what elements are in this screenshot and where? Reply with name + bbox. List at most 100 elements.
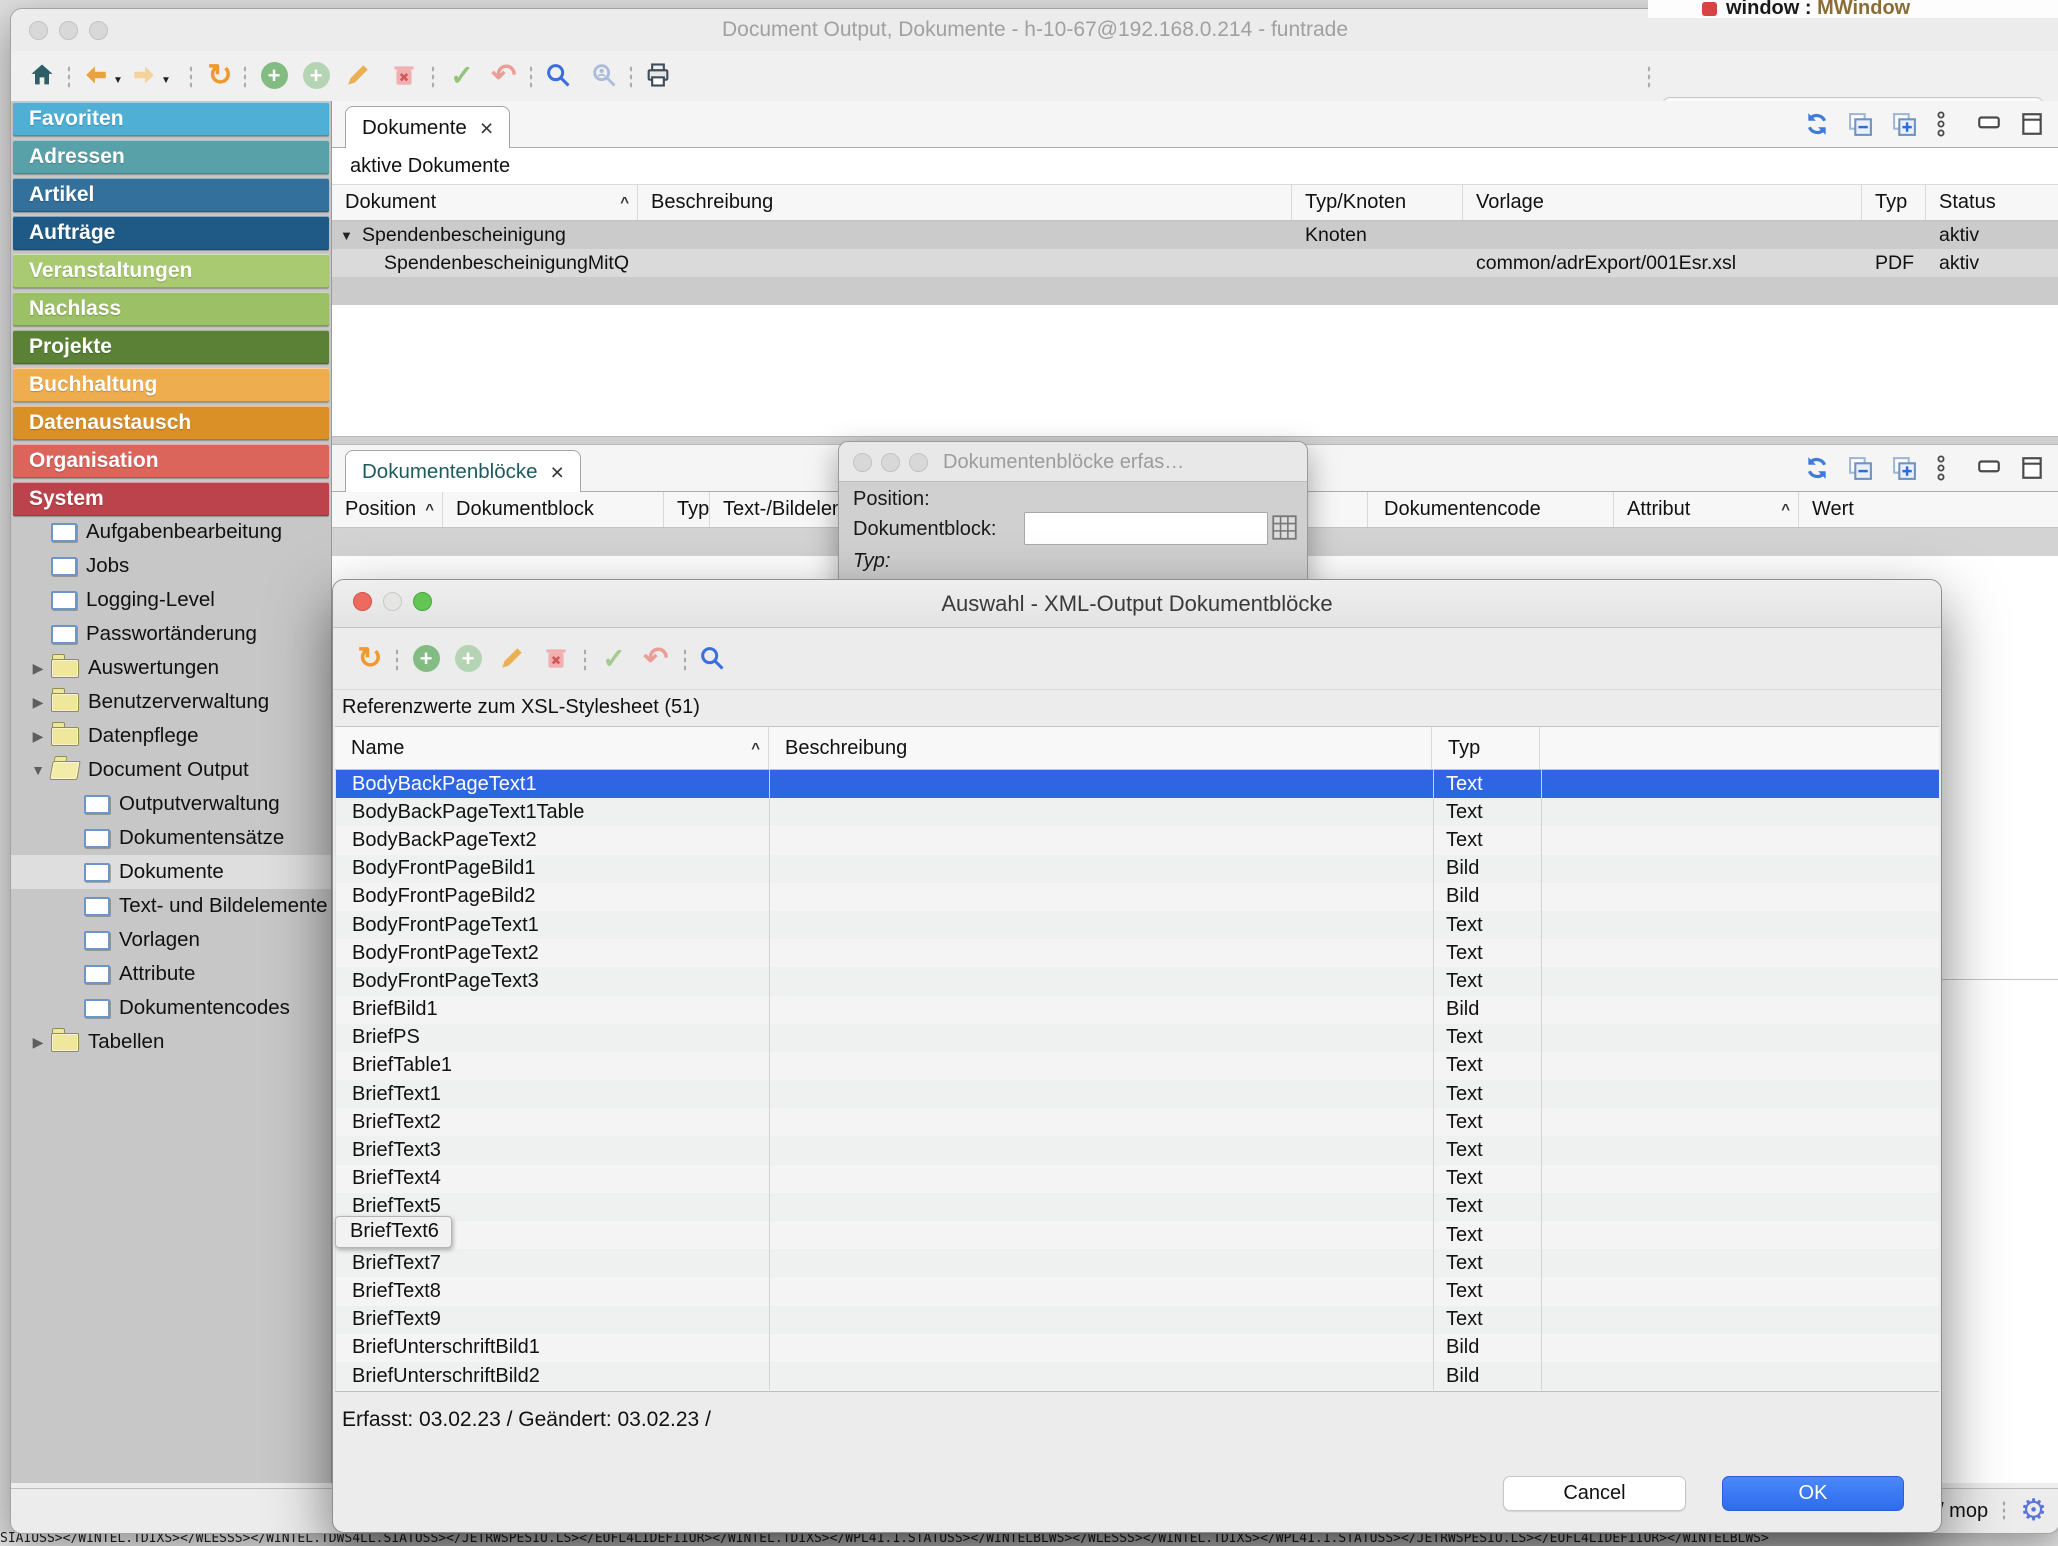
print-button[interactable] bbox=[643, 59, 673, 91]
tree-item[interactable]: ▼ Document Output bbox=[11, 753, 331, 787]
tab-close-icon[interactable]: × bbox=[551, 462, 564, 482]
collapse-all-icon[interactable] bbox=[1847, 455, 1874, 482]
confirm-button[interactable]: ✓ bbox=[447, 59, 477, 91]
dokumente-table-row[interactable] bbox=[332, 277, 2058, 305]
undo-button[interactable]: ↶ bbox=[489, 59, 519, 91]
selection-list-row[interactable]: BriefText7 Text bbox=[336, 1249, 1939, 1277]
expand-all-icon[interactable] bbox=[1891, 455, 1918, 482]
selection-list-row[interactable]: BodyBackPageText1 Text bbox=[336, 770, 1939, 798]
disclosure-icon[interactable]: ▼ bbox=[25, 762, 51, 778]
column-header-beschreibung[interactable]: Beschreibung bbox=[769, 727, 1432, 769]
maximize-panel-icon[interactable] bbox=[2019, 455, 2045, 481]
maximize-panel-icon[interactable] bbox=[2019, 111, 2045, 137]
column-header-typ[interactable]: Typ bbox=[664, 492, 710, 527]
add-copy-button[interactable]: + bbox=[453, 642, 483, 674]
column-header-wert[interactable]: Wert bbox=[1799, 492, 2058, 527]
minimize-panel-icon[interactable] bbox=[1976, 111, 2002, 137]
selection-list-row[interactable]: BodyFrontPageBild2 Bild bbox=[336, 883, 1939, 911]
lookup-grid-button[interactable] bbox=[1271, 514, 1298, 541]
sync-icon[interactable] bbox=[1804, 455, 1830, 481]
sidebar-module-button[interactable]: Aufträge bbox=[13, 216, 329, 250]
add-button[interactable]: + bbox=[259, 59, 289, 91]
tree-item[interactable]: Attribute bbox=[11, 957, 331, 991]
more-options-icon[interactable] bbox=[1935, 454, 1947, 482]
undo-button[interactable]: ↶ bbox=[641, 642, 671, 674]
tab-close-icon[interactable]: × bbox=[480, 118, 493, 138]
refresh-button[interactable]: ↻ bbox=[355, 642, 385, 674]
column-header-typ-knoten[interactable]: Typ/Knoten bbox=[1292, 185, 1463, 220]
home-button[interactable] bbox=[27, 59, 57, 91]
selection-list-row[interactable]: BriefBild1 Bild bbox=[336, 996, 1939, 1024]
refresh-button[interactable]: ↻ bbox=[205, 59, 235, 91]
selection-list-row[interactable]: BriefText6 Text bbox=[336, 1221, 1939, 1249]
dokumente-table-row[interactable]: ▼Spendenbescheinigung Knoten aktiv bbox=[332, 221, 2058, 249]
selection-list-row[interactable]: BodyFrontPageBild1 Bild bbox=[336, 855, 1939, 883]
ok-button[interactable]: OK bbox=[1722, 1476, 1904, 1511]
column-header-position[interactable]: Position ^ bbox=[332, 492, 443, 527]
column-header-dokumentblock[interactable]: Dokumentblock bbox=[443, 492, 664, 527]
selection-list-row[interactable]: BriefText1 Text bbox=[336, 1080, 1939, 1108]
column-header-status[interactable]: Status bbox=[1926, 185, 2056, 220]
sidebar-module-button[interactable]: Datenaustausch bbox=[13, 406, 329, 440]
confirm-button[interactable]: ✓ bbox=[599, 642, 629, 674]
zoom-window-button[interactable] bbox=[909, 453, 928, 472]
sidebar-module-button[interactable]: Veranstaltungen bbox=[13, 254, 329, 288]
cancel-button[interactable]: Cancel bbox=[1503, 1476, 1686, 1511]
disclosure-icon[interactable]: ▶ bbox=[25, 728, 51, 745]
column-header-name[interactable]: Name ^ bbox=[335, 727, 769, 769]
column-header-dokument[interactable]: Dokument ^ bbox=[332, 185, 638, 220]
selection-list-row[interactable]: BriefTable1 Text bbox=[336, 1052, 1939, 1080]
selection-list-row[interactable]: BriefText8 Text bbox=[336, 1277, 1939, 1305]
sidebar-module-button[interactable]: Favoriten bbox=[13, 102, 329, 136]
edit-button[interactable] bbox=[497, 642, 527, 674]
tree-item[interactable]: Dokumentensätze bbox=[11, 821, 331, 855]
add-copy-button[interactable]: + bbox=[301, 59, 331, 91]
tab-dokumente[interactable]: Dokumente × bbox=[345, 106, 510, 149]
back-button[interactable] bbox=[81, 59, 111, 91]
minimize-panel-icon[interactable] bbox=[1976, 455, 2002, 481]
tree-item[interactable]: ▶ Auswertungen bbox=[11, 651, 331, 685]
edit-button[interactable] bbox=[343, 59, 373, 91]
selection-list-row[interactable]: BodyBackPageText2 Text bbox=[336, 826, 1939, 854]
delete-button[interactable] bbox=[389, 59, 419, 91]
selection-list-row[interactable]: BodyBackPageText1Table Text bbox=[336, 798, 1939, 826]
sidebar-module-button[interactable]: Projekte bbox=[13, 330, 329, 364]
disclosure-icon[interactable]: ▶ bbox=[25, 660, 51, 677]
selection-list-row[interactable]: BriefPS Text bbox=[336, 1024, 1939, 1052]
selection-list-row[interactable]: BriefUnterschriftBild2 Bild bbox=[336, 1362, 1939, 1390]
tree-item[interactable]: Vorlagen bbox=[11, 923, 331, 957]
selection-list-row[interactable]: BodyFrontPageText1 Text bbox=[336, 911, 1939, 939]
minimize-window-button[interactable] bbox=[881, 453, 900, 472]
selection-list-row[interactable]: BodyFrontPageText2 Text bbox=[336, 939, 1939, 967]
column-header-dokumentencode[interactable]: Dokumentencode bbox=[1368, 492, 1614, 527]
selection-list-row[interactable]: BriefText4 Text bbox=[336, 1165, 1939, 1193]
tree-item[interactable]: Dokumente bbox=[11, 855, 331, 889]
tree-item[interactable]: Logging-Level bbox=[11, 583, 331, 617]
search-secondary-button[interactable] bbox=[589, 59, 619, 91]
column-header-typ[interactable]: Typ bbox=[1432, 727, 1540, 769]
tree-item[interactable]: Passwortänderung bbox=[11, 617, 331, 651]
sidebar-module-button[interactable]: Organisation bbox=[13, 444, 329, 478]
sidebar-module-button[interactable]: Adressen bbox=[13, 140, 329, 174]
tree-item[interactable]: ▶ Benutzerverwaltung bbox=[11, 685, 331, 719]
column-header-typ[interactable]: Typ bbox=[1862, 185, 1926, 220]
delete-button[interactable] bbox=[541, 642, 571, 674]
column-header-vorlage[interactable]: Vorlage bbox=[1463, 185, 1862, 220]
column-header-attribut[interactable]: Attribut ^ bbox=[1614, 492, 1799, 527]
tree-item[interactable]: ▶ Datenpflege bbox=[11, 719, 331, 753]
tree-item[interactable]: Aufgabenbearbeitung bbox=[11, 515, 331, 549]
add-button[interactable]: + bbox=[411, 642, 441, 674]
row-disclosure-icon[interactable]: ▼ bbox=[340, 228, 362, 243]
disclosure-icon[interactable]: ▶ bbox=[25, 1034, 51, 1051]
selection-list-row[interactable]: BriefText5 Text bbox=[336, 1193, 1939, 1221]
sidebar-module-button[interactable]: Buchhaltung bbox=[13, 368, 329, 402]
selection-list-row[interactable]: BriefText2 Text bbox=[336, 1108, 1939, 1136]
sidebar-module-button[interactable]: Artikel bbox=[13, 178, 329, 212]
settings-gear-icon[interactable]: ⚙ bbox=[2020, 1496, 2047, 1526]
selection-list-row[interactable]: BriefText9 Text bbox=[336, 1306, 1939, 1334]
search-button[interactable] bbox=[543, 59, 573, 91]
forward-dropdown-icon[interactable]: ▼ bbox=[161, 75, 171, 86]
sidebar-module-button[interactable]: System bbox=[13, 482, 329, 516]
back-dropdown-icon[interactable]: ▼ bbox=[113, 75, 123, 86]
tree-item[interactable]: Outputverwaltung bbox=[11, 787, 331, 821]
